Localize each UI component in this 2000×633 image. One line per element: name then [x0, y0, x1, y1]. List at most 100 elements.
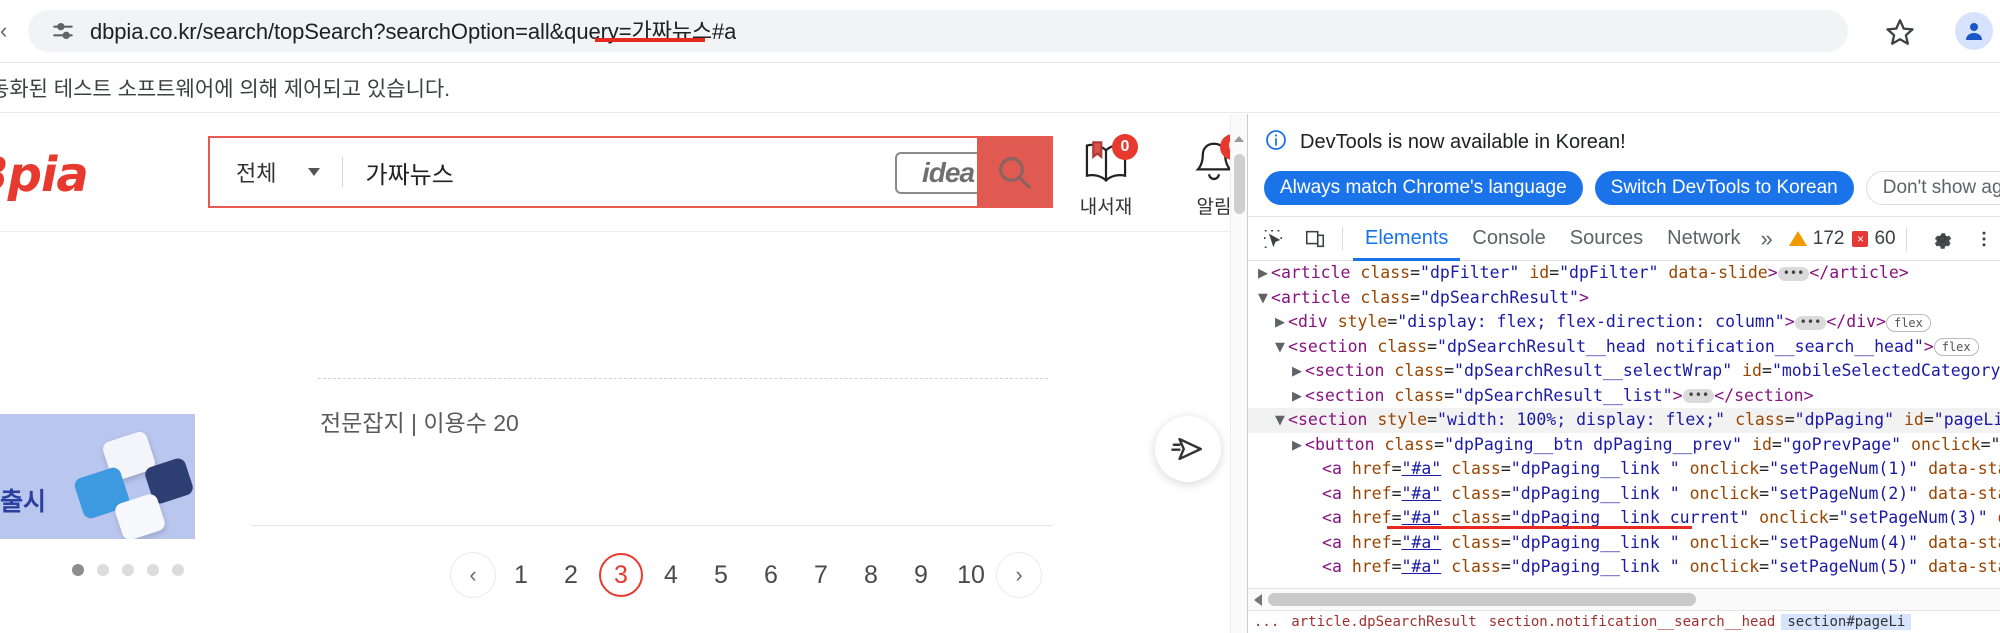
bookmark-star-icon[interactable] — [1880, 12, 1920, 52]
pagination-page-1[interactable]: 1 — [496, 552, 546, 598]
dom-tree-row[interactable]: <a href="#a" class="dpPaging__link " onc… — [1248, 555, 2000, 580]
dom-token — [1680, 459, 1690, 478]
pagination-page-2[interactable]: 2 — [546, 552, 596, 598]
breadcrumb-item[interactable]: ... — [1248, 614, 1285, 630]
flex-badge[interactable]: flex — [1885, 313, 1931, 332]
warning-count-badge[interactable]: 172 — [1788, 228, 1844, 250]
collapse-triangle-icon[interactable]: ▶ — [1275, 310, 1288, 335]
tab-elements[interactable]: Elements — [1353, 217, 1460, 261]
send-icon-button[interactable] — [1155, 416, 1221, 482]
expand-triangle-icon[interactable]: ▼ — [1275, 335, 1288, 360]
content-divider — [252, 525, 1052, 526]
breadcrumb-item[interactable]: article.dpSearchResult — [1285, 614, 1482, 630]
dom-horizontal-scrollbar[interactable] — [1248, 588, 2000, 610]
flex-badge[interactable]: flex — [1933, 338, 1979, 356]
result-divider-top — [318, 378, 1048, 379]
device-toolbar-icon[interactable] — [1298, 222, 1332, 256]
pagination-page-3-current[interactable]: 3 — [599, 553, 643, 597]
dom-token: = — [1387, 312, 1398, 331]
error-count-badge[interactable]: × 60 — [1852, 228, 1896, 250]
kebab-menu-icon[interactable] — [1967, 222, 2000, 256]
pagination-page-9[interactable]: 9 — [896, 552, 946, 598]
my-library-button[interactable]: 0 내서재 — [1072, 134, 1140, 219]
expand-triangle-icon[interactable]: ▼ — [1275, 408, 1288, 433]
dom-token — [1342, 459, 1352, 478]
collapsed-children-icon[interactable]: ••• — [1682, 389, 1715, 403]
site-settings-icon[interactable] — [46, 14, 80, 48]
tab-sources[interactable]: Sources — [1558, 217, 1655, 261]
horizontal-scrollbar-thumb[interactable] — [1268, 593, 1696, 606]
dom-tree-row[interactable]: ▶ <section class="dpSearchResult__selectW… — [1248, 359, 2000, 384]
breadcrumb-item[interactable]: section.notification__search__head — [1483, 614, 1782, 630]
search-scope-value[interactable]: 전체 — [236, 156, 276, 188]
dom-token: div — [1846, 312, 1877, 331]
scrollbar-left-arrow-icon[interactable] — [1254, 593, 1262, 606]
collapse-triangle-icon[interactable]: ▶ — [1258, 261, 1271, 286]
site-search-box[interactable]: 전체 가짜뉴스 idea — [208, 136, 1053, 208]
promo-banner[interactable]: 간편하게, 이티지 출시 — [0, 414, 195, 539]
search-submit-button[interactable] — [977, 138, 1051, 206]
profile-avatar[interactable] — [1955, 12, 1993, 50]
pagination-page-5[interactable]: 5 — [696, 552, 746, 598]
collapse-triangle-icon[interactable]: ▶ — [1292, 384, 1305, 409]
breadcrumb-item[interactable]: section#pageLi — [1781, 614, 1912, 630]
pagination-page-7[interactable]: 7 — [796, 552, 846, 598]
dom-token: = — [1391, 532, 1402, 552]
dont-show-again-button[interactable]: Don't show again — [1865, 171, 2000, 205]
dom-tree-row[interactable]: <a href="#a" class="dpPaging__link " onc… — [1248, 531, 2000, 556]
carousel-dot[interactable] — [122, 564, 134, 576]
dom-tree-row[interactable]: <a href="#a" class="dpPaging__link curre… — [1248, 506, 2000, 531]
collapsed-children-icon[interactable]: ••• — [1777, 266, 1810, 281]
switch-to-korean-button[interactable]: Switch DevTools to Korean — [1594, 171, 1854, 205]
dom-token: a — [1331, 508, 1342, 527]
chevron-down-icon[interactable] — [308, 168, 321, 176]
dom-tree-row[interactable]: <a href="#a" class="dpPaging__link " onc… — [1248, 482, 2000, 507]
pagination-page-4[interactable]: 4 — [646, 552, 696, 598]
pagination-page-10[interactable]: 10 — [946, 552, 996, 598]
dom-tree-row[interactable]: ▼ <section class="dpSearchResult__head no… — [1248, 335, 2000, 360]
always-match-language-button[interactable]: Always match Chrome's language — [1264, 171, 1583, 205]
address-bar[interactable]: dbpia.co.kr/search/topSearch?searchOptio… — [28, 10, 1848, 52]
dom-token: "goPrevPage" — [1781, 434, 1902, 454]
pagination-prev-button[interactable]: ‹ — [450, 552, 496, 598]
dom-tree-row[interactable]: ▶ <button class="dpPaging__btn dpPaging__… — [1248, 433, 2000, 458]
dom-tree-row[interactable]: ▶ <article class="dpFilter" id="dpFilter"… — [1248, 261, 2000, 286]
more-tabs-icon[interactable]: » — [1753, 226, 1781, 252]
collapse-triangle-icon[interactable]: ▶ — [1292, 359, 1305, 384]
collapse-triangle-icon[interactable]: ▶ — [1292, 433, 1305, 458]
scrollbar-thumb[interactable] — [1234, 154, 1245, 214]
dom-tree-row[interactable]: ▶ <section class="dpSearchResult__list"> •… — [1248, 384, 2000, 409]
dom-token — [1680, 557, 1690, 576]
pagination-page-8[interactable]: 8 — [846, 552, 896, 598]
dom-token: = — [1444, 385, 1455, 405]
dom-breadcrumb[interactable]: ... article.dpSearchResult section.notific… — [1248, 610, 2000, 633]
dbpia-logo[interactable]: Bpia — [0, 147, 89, 203]
dom-tree-row[interactable]: ▼ <section style="width: 100%; display: f… — [1248, 408, 2000, 433]
carousel-dot[interactable] — [172, 564, 184, 576]
carousel-dot[interactable] — [147, 564, 159, 576]
search-query-text[interactable]: 가짜뉴스 — [365, 155, 453, 190]
tab-network[interactable]: Network — [1655, 217, 1752, 261]
pagination[interactable]: ‹ 1 2 3 4 5 6 7 8 9 10 › — [450, 552, 1042, 598]
expand-triangle-icon[interactable]: ▼ — [1258, 286, 1271, 311]
gear-icon[interactable] — [1925, 222, 1959, 256]
dom-tree-row[interactable]: <a href="#a" class="dpPaging__link " onc… — [1248, 457, 2000, 482]
dom-tree-row[interactable]: ▼ <article class="dpSearchResult"> — [1248, 286, 2000, 311]
dom-token: = — [1759, 483, 1770, 503]
pagination-next-button[interactable]: › — [996, 552, 1042, 598]
dom-token: = — [1828, 508, 1839, 527]
scrollbar-up-arrow-icon[interactable] — [1234, 136, 1244, 142]
promo-carousel-dots[interactable] — [72, 564, 184, 576]
dom-tree[interactable]: ▶ <article class="dpFilter" id="dpFilter"… — [1248, 261, 2000, 588]
inspect-element-icon[interactable] — [1256, 222, 1290, 256]
dom-tree-row[interactable]: ▶ <div style="display: flex; flex-directi… — [1248, 310, 2000, 335]
page-scrollbar[interactable] — [1230, 114, 1247, 633]
pagination-page-6[interactable]: 6 — [746, 552, 796, 598]
dom-token: = — [1500, 459, 1511, 478]
carousel-dot[interactable] — [97, 564, 109, 576]
collapsed-children-icon[interactable]: ••• — [1794, 315, 1827, 330]
nav-back-icon[interactable]: ‹ — [0, 18, 22, 44]
tab-console[interactable]: Console — [1460, 217, 1557, 261]
carousel-dot[interactable] — [72, 564, 84, 576]
